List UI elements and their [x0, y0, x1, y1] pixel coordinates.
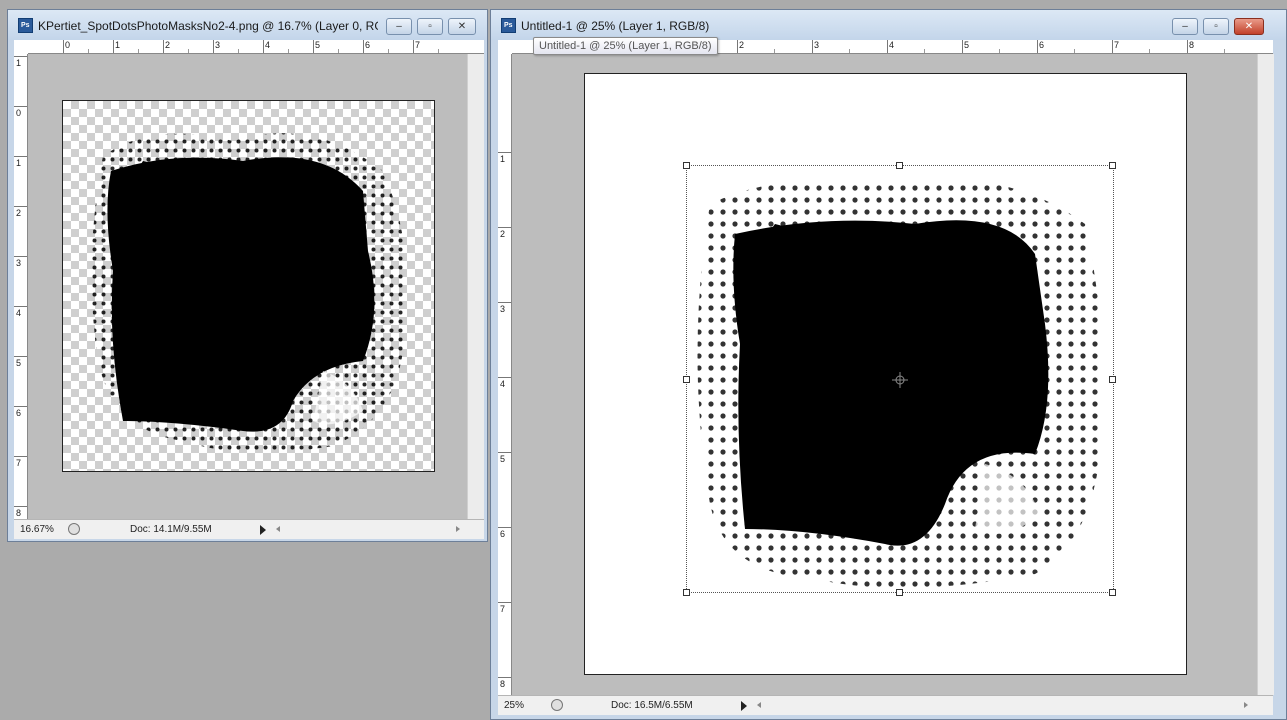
ruler-number: 4 [889, 40, 895, 50]
status-info-icon[interactable] [68, 523, 80, 535]
ruler-number: 4 [500, 379, 506, 389]
white-document-canvas[interactable] [584, 73, 1187, 675]
ruler-number: 4 [265, 40, 271, 50]
ruler-vertical[interactable]: 1 2 3 4 5 6 7 8 [498, 54, 512, 695]
close-button[interactable]: ✕ [448, 18, 476, 35]
transform-handle[interactable] [1109, 589, 1116, 596]
maximize-button[interactable]: ▫ [417, 18, 443, 35]
status-bar: 16.67% Doc: 14.1M/9.55M [14, 519, 484, 539]
ruler-number: 2 [500, 229, 506, 239]
ruler-number: 7 [1114, 40, 1120, 50]
close-button[interactable]: ✕ [1234, 18, 1264, 35]
ruler-number: 6 [365, 40, 371, 50]
ruler-corner[interactable] [14, 40, 29, 55]
minimize-button[interactable]: – [386, 18, 412, 35]
status-bar: 25% Doc: 16.5M/6.55M [498, 695, 1273, 715]
spot-dots-mask-image [91, 133, 408, 453]
ruler-number: 7 [500, 604, 506, 614]
window-title: Untitled-1 @ 25% (Layer 1, RGB/8) [521, 19, 710, 33]
ruler-number: 1 [500, 154, 506, 164]
scroll-left-icon[interactable] [276, 526, 280, 532]
window-title: KPertiet_SpotDotsPhotoMasksNo2-4.png @ 1… [38, 19, 378, 33]
ruler-number: 6 [16, 408, 22, 418]
transform-handle[interactable] [683, 376, 690, 383]
ruler-number: 5 [315, 40, 321, 50]
doc-size-info: Doc: 14.1M/9.55M [130, 524, 212, 535]
photoshop-doc-icon [501, 18, 516, 33]
doc-size-info: Doc: 16.5M/6.55M [611, 700, 693, 711]
transform-handle[interactable] [683, 589, 690, 596]
transparent-layer-canvas[interactable] [62, 100, 435, 472]
status-arrow-icon[interactable] [260, 525, 266, 535]
ruler-number: 4 [16, 308, 22, 318]
ruler-number: 0 [16, 108, 22, 118]
ruler-number: 1 [16, 58, 22, 68]
transform-handle[interactable] [683, 162, 690, 169]
ruler-number: 6 [500, 529, 506, 539]
ruler-horizontal[interactable]: 0 1 2 3 4 5 6 7 [28, 40, 484, 54]
ruler-number: 2 [165, 40, 171, 50]
status-arrow-icon[interactable] [741, 701, 747, 711]
ruler-number: 2 [16, 208, 22, 218]
document-window-left[interactable]: KPertiet_SpotDotsPhotoMasksNo2-4.png @ 1… [7, 9, 488, 542]
ruler-number: 8 [1189, 40, 1195, 50]
document-window-right[interactable]: Untitled-1 @ 25% (Layer 1, RGB/8) – ▫ ✕ … [490, 9, 1287, 720]
transform-handle[interactable] [896, 589, 903, 596]
maximize-button[interactable]: ▫ [1203, 18, 1229, 35]
title-bar[interactable]: Untitled-1 @ 25% (Layer 1, RGB/8) – ▫ ✕ [491, 10, 1286, 40]
zoom-level[interactable]: 25% [504, 700, 524, 711]
transform-handle[interactable] [1109, 376, 1116, 383]
ruler-number: 3 [215, 40, 221, 50]
vertical-scrollbar[interactable] [1257, 54, 1274, 695]
ruler-number: 1 [16, 158, 22, 168]
ruler-number: 5 [500, 454, 506, 464]
ruler-number: 5 [16, 358, 22, 368]
zoom-level[interactable]: 16.67% [20, 524, 54, 535]
title-tooltip: Untitled-1 @ 25% (Layer 1, RGB/8) [533, 37, 718, 55]
ruler-number: 0 [65, 40, 71, 50]
scroll-right-icon[interactable] [456, 526, 460, 532]
transform-handle[interactable] [896, 162, 903, 169]
ruler-number: 1 [115, 40, 121, 50]
scroll-left-icon[interactable] [757, 702, 761, 708]
center-crosshair-icon[interactable] [892, 372, 908, 388]
scroll-right-icon[interactable] [1244, 702, 1248, 708]
ruler-number: 6 [1039, 40, 1045, 50]
ruler-number: 3 [814, 40, 820, 50]
ruler-number: 3 [500, 304, 506, 314]
transform-handle[interactable] [1109, 162, 1116, 169]
minimize-button[interactable]: – [1172, 18, 1198, 35]
ruler-corner[interactable] [498, 40, 513, 55]
canvas-area[interactable] [28, 54, 467, 519]
ruler-number: 7 [415, 40, 421, 50]
title-bar[interactable]: KPertiet_SpotDotsPhotoMasksNo2-4.png @ 1… [8, 10, 487, 40]
ruler-number: 7 [16, 458, 22, 468]
ruler-number: 2 [739, 40, 745, 50]
ruler-number: 8 [500, 679, 506, 689]
canvas-area[interactable] [512, 54, 1257, 695]
ruler-number: 5 [964, 40, 970, 50]
ruler-number: 3 [16, 258, 22, 268]
ruler-number: 8 [16, 508, 22, 518]
status-info-icon[interactable] [551, 699, 563, 711]
ruler-vertical[interactable]: 1 0 1 2 3 4 5 6 7 8 [14, 54, 28, 519]
photoshop-doc-icon [18, 18, 33, 33]
vertical-scrollbar[interactable] [467, 54, 484, 519]
